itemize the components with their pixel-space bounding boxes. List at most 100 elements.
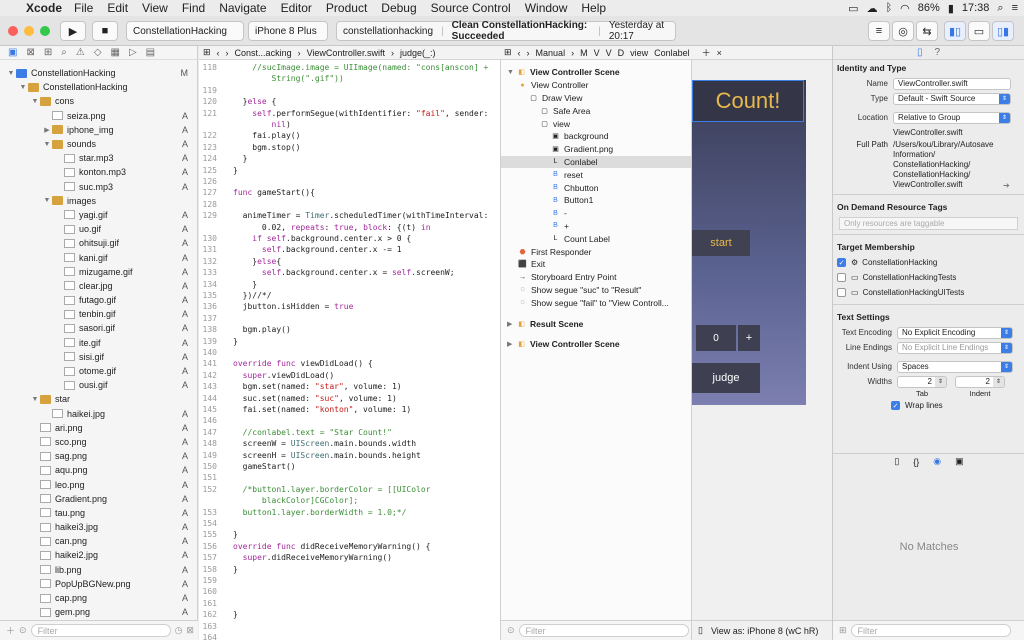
file-item[interactable]: haikei2.jpg A [0,548,198,562]
menu-debug[interactable]: Debug [381,1,416,15]
outline-item[interactable]: ⬣ First Responder [501,245,691,258]
folder-item[interactable]: ▶ iphone_img A [0,123,198,137]
wifi-icon[interactable]: ◠ [900,2,910,15]
outline-item[interactable]: → Storyboard Entry Point [501,271,691,284]
view-as-label[interactable]: View as: iPhone 8 (wC hR) [711,626,818,636]
outline-item[interactable]: ▢ view [501,117,691,130]
filter-icon[interactable]: ⊙ [19,625,27,636]
file-item[interactable]: sisi.gif A [0,350,198,364]
outline-item[interactable]: ▢ Draw View [501,92,691,105]
folder-item[interactable]: ▼ images [0,194,198,208]
file-item[interactable]: ohitsuji.gif A [0,236,198,250]
add-icon[interactable]: ＋ [6,624,15,637]
file-item[interactable]: aqu.png A [0,463,198,477]
menu-window[interactable]: Window [525,1,568,15]
add-editor-icon[interactable]: ＋ [702,46,711,59]
outline-item[interactable]: ▶ ◧ View Controller Scene [501,338,691,351]
file-item[interactable]: seiza.png A [0,109,198,123]
file-item[interactable]: futago.gif A [0,293,198,307]
source-editor[interactable]: 118 //sucImage.image = UIImage(named: "c… [199,60,500,640]
jump-project[interactable]: Const...acking [235,48,292,58]
breakpoint-icon[interactable]: ▷ [129,47,137,58]
jump-conlabel[interactable]: Conlabel [654,48,690,58]
menu-file[interactable]: File [74,1,93,15]
standard-editor-button[interactable]: ≡ [868,21,890,41]
file-item[interactable]: gem.png A [0,605,198,619]
file-item[interactable]: sag.png A [0,449,198,463]
debug-toggle[interactable]: ▭ [968,21,990,41]
indent-width-field[interactable]: 2 ⇕ [955,375,1005,388]
file-item[interactable]: mizugame.gif A [0,265,198,279]
bluetooth-icon[interactable]: ᛒ [886,2,893,14]
file-item[interactable]: sco.png A [0,435,198,449]
jump-v2[interactable]: V [606,48,612,58]
clock[interactable]: 17:38 [962,2,990,14]
disclosure-open-icon[interactable]: ▼ [42,141,52,148]
report-icon[interactable]: ▤ [146,47,155,58]
find-icon[interactable]: ⌕ [61,47,67,58]
recent-icon[interactable]: ◷ [175,625,183,636]
search-icon[interactable]: ⌕ [997,2,1003,15]
outline-item[interactable]: ▣ Gradient.png [501,143,691,156]
file-item[interactable]: Gradient.png A [0,492,198,506]
related-items-icon[interactable]: ⊞ [504,47,512,58]
location-popup[interactable]: Relative to Group ⇕ [893,111,1011,124]
library-filter-input[interactable]: Filter [850,624,1011,637]
assistant-editor-button[interactable]: ◎ [892,21,914,41]
disclosure-open-icon[interactable]: ▼ [42,197,52,204]
jump-v1[interactable]: V [594,48,600,58]
disclosure-icon[interactable]: ▶ [507,320,517,328]
folder-item[interactable]: ▼ ConstellationHacking M [0,66,198,80]
device-selector[interactable]: iPhone 8 Plus [248,21,328,41]
outline-item[interactable]: ◌ Show segue "fail" to "View Controll... [501,296,691,309]
menu-find[interactable]: Find [182,1,205,15]
reveal-arrow-icon[interactable]: ➔ [1003,181,1010,190]
navigator-toggle[interactable]: ▮▯ [944,21,966,41]
odr-tags-field[interactable]: Only resources are taggable [839,217,1018,230]
debug-icon[interactable]: ▦ [111,47,120,58]
symbol-icon[interactable]: ⊞ [44,47,52,58]
media-library-icon[interactable]: ▣ [955,456,964,467]
outline-item[interactable]: L Count Label [501,232,691,245]
object-library-icon[interactable]: ◉ [933,456,941,467]
run-button[interactable]: ▶ [60,21,86,41]
file-item[interactable]: ite.gif A [0,336,198,350]
close-editor-icon[interactable]: × [717,48,722,58]
scm-filter-icon[interactable]: ⊠ [186,625,194,636]
type-popup[interactable]: Default - Swift Source ⇕ [893,92,1011,105]
plus-button[interactable]: + [738,325,760,351]
disclosure-open-icon[interactable]: ▼ [30,396,40,403]
file-item[interactable]: otome.gif A [0,364,198,378]
menu-view[interactable]: View [142,1,168,15]
file-item[interactable]: clear.jpg A [0,279,198,293]
back-icon[interactable]: ‹ [518,48,521,58]
test-icon[interactable]: ◇ [94,47,102,58]
file-item[interactable]: ousi.gif A [0,378,198,392]
file-item[interactable]: yagi.gif A [0,208,198,222]
name-field[interactable]: ViewController.swift [893,77,1011,90]
outline-item[interactable]: B Chbutton [501,181,691,194]
forward-icon[interactable]: › [527,48,530,58]
menu-product[interactable]: Product [326,1,367,15]
jump-view[interactable]: view [630,48,648,58]
target-checkbox[interactable] [837,273,846,282]
file-inspector-icon[interactable]: ▯ [917,47,923,58]
file-item[interactable]: tau.png A [0,506,198,520]
disclosure-icon[interactable]: ▼ [507,69,517,76]
help-icon[interactable]: ? [934,47,940,58]
back-icon[interactable]: ‹ [217,48,220,58]
indent-using-popup[interactable]: Spaces ⇕ [897,360,1013,373]
version-editor-button[interactable]: ⇆ [916,21,938,41]
jump-m[interactable]: M [580,48,588,58]
grid-icon[interactable]: ⊞ [839,625,847,636]
stepper-icon[interactable]: ⇕ [935,376,946,387]
scheme-selector[interactable]: ConstellationHacking [126,21,244,41]
disclosure-open-icon[interactable]: ▼ [30,98,40,105]
forward-icon[interactable]: › [226,48,229,58]
outline-item[interactable]: ◌ Show segue "suc" to "Result" [501,284,691,297]
outline-filter-input[interactable]: Filter [518,624,689,637]
outline-item[interactable]: Breset [501,168,691,181]
filter-icon[interactable]: ⊙ [507,625,515,636]
menu-list-icon[interactable]: ≡ [1012,2,1018,14]
stop-button[interactable]: ■ [92,21,118,41]
